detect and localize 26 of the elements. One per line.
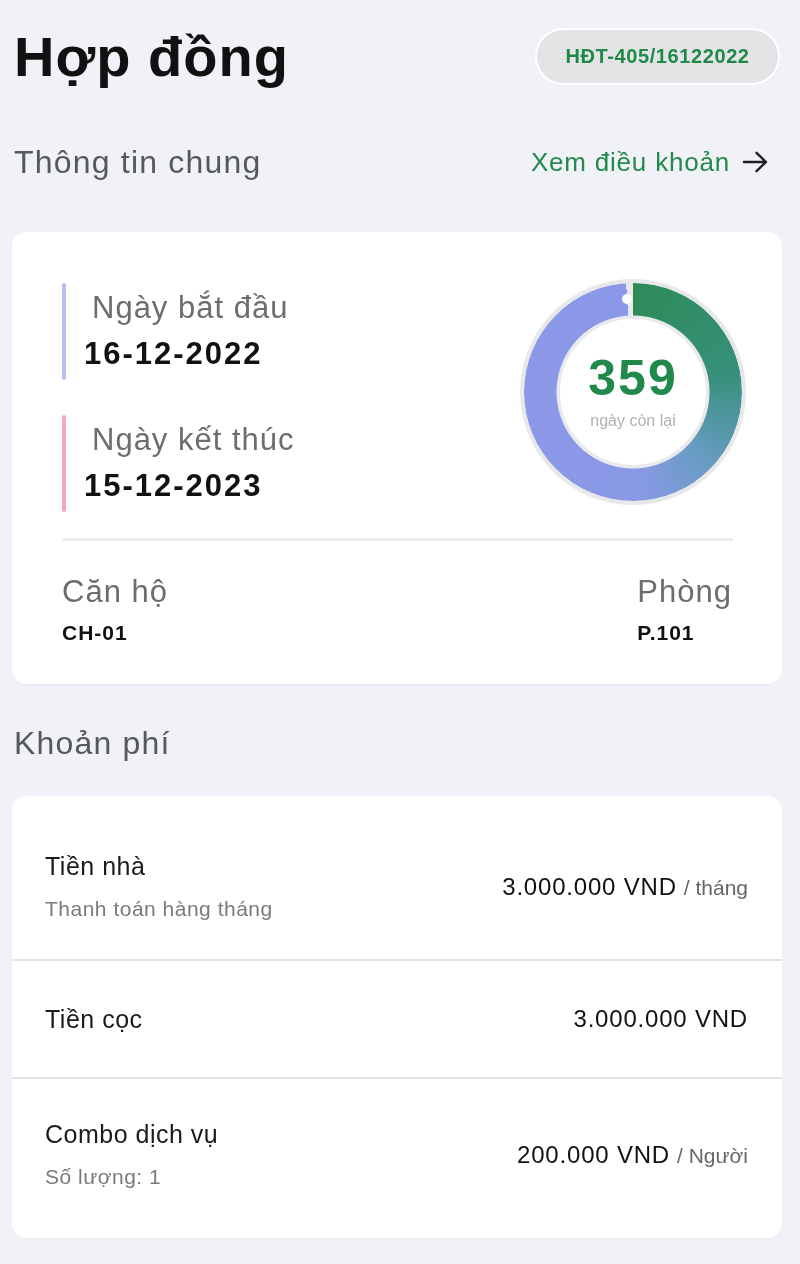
date-label: Ngày bắt đầu bbox=[92, 289, 289, 327]
arrow-right-icon bbox=[742, 151, 768, 173]
date-label: Ngày kết thúc bbox=[92, 421, 295, 459]
date-value: 16-12-2022 bbox=[84, 335, 263, 373]
fee-name: Tiền nhà bbox=[45, 851, 146, 882]
detail-value: CH-01 bbox=[62, 620, 128, 646]
date-value: 15-12-2023 bbox=[84, 467, 263, 505]
fee-unit: / Người bbox=[677, 1143, 748, 1168]
ring-end-dot-icon bbox=[622, 294, 633, 305]
contract-code-badge: HĐT-405/16122022 bbox=[535, 28, 780, 85]
section-heading: Thông tin chung bbox=[14, 143, 262, 182]
fee-amount: 200.000 VND bbox=[517, 1139, 670, 1170]
fee-amount: 3.000.000 VND bbox=[573, 1004, 748, 1034]
fee-note: Thanh toán hàng tháng bbox=[45, 896, 273, 922]
detail-value: P.101 bbox=[637, 620, 695, 646]
detail-label: Căn hộ bbox=[62, 573, 168, 611]
fee-name: Tiền cọc bbox=[45, 1004, 143, 1035]
fee-unit: / tháng bbox=[683, 875, 748, 900]
fee-amount: 3.000.000 VND bbox=[502, 871, 677, 902]
section-heading: Khoản phí bbox=[14, 724, 171, 763]
view-terms-link[interactable]: Xem điều khoản bbox=[530, 146, 768, 178]
days-remaining-caption: ngày còn lại bbox=[590, 411, 676, 431]
fee-name: Combo dịch vụ bbox=[45, 1119, 219, 1150]
days-remaining-count: 359 bbox=[588, 352, 678, 404]
detail-label: Phòng bbox=[637, 573, 732, 611]
fee-note: Số lượng: 1 bbox=[45, 1164, 162, 1190]
